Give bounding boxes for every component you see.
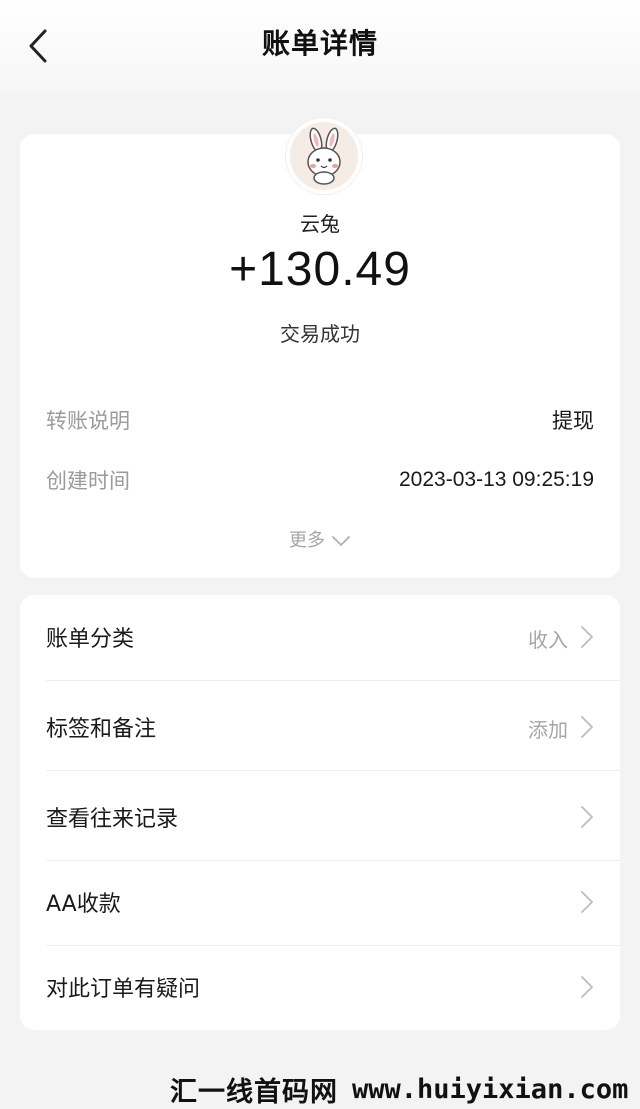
chevron-right-icon (581, 976, 593, 998)
divider (46, 770, 620, 771)
menu-item-transaction-history[interactable]: 查看往来记录 (20, 775, 620, 861)
menu-item-label: 账单分类 (46, 627, 135, 652)
menu-item-order-question[interactable]: 对此订单有疑问 (20, 945, 620, 1031)
top-bar: 账单详情 (0, 0, 640, 92)
detail-value: 2023-03-13 09:25:19 (399, 468, 594, 491)
transaction-status: 交易成功 (280, 322, 360, 346)
menu-item-bill-category[interactable]: 账单分类 收入 (20, 595, 620, 681)
rabbit-avatar-icon (307, 127, 341, 185)
payee-avatar[interactable] (286, 118, 362, 194)
watermark-text: 汇一线首码网 (170, 1076, 338, 1108)
menu-item-label: 标签和备注 (46, 717, 157, 742)
page-title: 账单详情 (261, 27, 378, 60)
chevron-down-icon (332, 536, 350, 546)
menu-item-aa-collection[interactable]: AA收款 (20, 860, 620, 946)
more-button[interactable]: 更多 (20, 526, 620, 552)
chevron-right-icon (581, 891, 593, 913)
transaction-summary-card: 云兔 +130.49 交易成功 转账说明 提现 创建时间 2023-03-13 … (20, 118, 620, 578)
chevron-right-icon (581, 716, 593, 738)
menu-item-label: 查看往来记录 (46, 807, 179, 832)
menu-item-tags-notes[interactable]: 标签和备注 添加 (20, 685, 620, 771)
chevron-right-icon (581, 806, 593, 828)
chevron-right-icon (581, 626, 593, 648)
divider (46, 680, 620, 681)
more-label: 更多 (289, 530, 325, 551)
transaction-amount: +130.49 (229, 243, 411, 296)
menu-item-value: 收入 (528, 628, 568, 652)
menu-item-label: AA收款 (46, 892, 121, 917)
detail-row-created-time: 创建时间 2023-03-13 09:25:19 (46, 462, 594, 498)
actions-card: 账单分类 收入 标签和备注 添加 查看往来记录 AA收款 对此订单有疑问 (20, 595, 620, 1030)
watermark-url: www.huiyixian.com (352, 1073, 629, 1105)
detail-label: 转账说明 (46, 409, 130, 433)
detail-row-transfer-note: 转账说明 提现 (46, 402, 594, 438)
menu-item-label: 对此订单有疑问 (46, 977, 201, 1002)
detail-value: 提现 (552, 410, 594, 433)
menu-item-value: 添加 (528, 718, 568, 742)
payee-name: 云兔 (300, 212, 340, 236)
watermark: 汇一线首码网 www.huiyixian.com (170, 1072, 640, 1108)
detail-label: 创建时间 (46, 469, 130, 493)
